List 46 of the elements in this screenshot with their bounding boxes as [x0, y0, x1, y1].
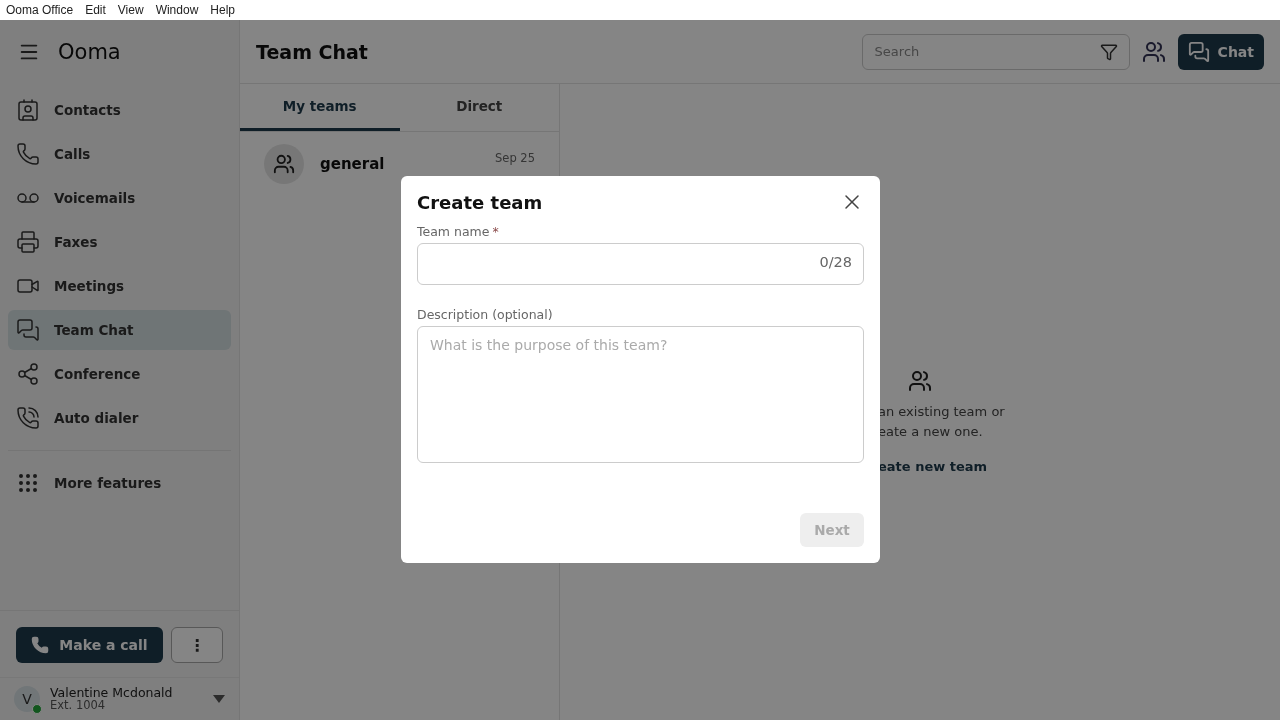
contacts-icon: [16, 98, 40, 122]
chat-icon: [16, 318, 40, 342]
user-name: Valentine Mcdonald: [50, 686, 174, 699]
team-icon[interactable]: [1141, 39, 1166, 64]
field-label: Team name *: [417, 224, 500, 239]
nav-item[interactable]: Team Chat: [8, 310, 231, 350]
team-avatar: [264, 144, 304, 184]
menu-item[interactable]: Help: [210, 3, 235, 17]
network-icon: [16, 362, 40, 386]
nav-item[interactable]: Meetings: [8, 266, 231, 306]
create-team-link[interactable]: eate new team: [878, 459, 988, 474]
more-button[interactable]: ⋮: [171, 627, 223, 663]
field-label: Description (optional): [417, 307, 554, 322]
user-menu[interactable]: V Valentine Mcdonald Ext. 1004: [0, 678, 239, 720]
chat-button[interactable]: Chat: [1177, 33, 1264, 70]
menu-item[interactable]: View: [117, 3, 144, 17]
nav-item[interactable]: Calls: [8, 134, 231, 174]
filter-icon[interactable]: [1099, 42, 1118, 61]
description-field[interactable]: What is the purpose of this team?: [417, 326, 864, 463]
caret-icon: [213, 695, 225, 703]
logo: Ooma: [58, 40, 121, 64]
team-name-field[interactable]: [417, 243, 864, 285]
chat-icon: [1187, 40, 1210, 63]
tab[interactable]: My teams: [240, 84, 400, 131]
phone-icon: [16, 142, 40, 166]
search-field[interactable]: Search: [861, 33, 1130, 70]
more-features-item[interactable]: More features: [8, 463, 231, 503]
fax-icon: [16, 230, 40, 254]
user-extension: Ext. 1004: [50, 699, 107, 712]
menu-item[interactable]: Window: [155, 3, 199, 17]
menu-item[interactable]: Edit: [85, 3, 106, 17]
nav-item[interactable]: Contacts: [8, 90, 231, 130]
nav-item[interactable]: Faxes: [8, 222, 231, 262]
page-title: Team Chat: [256, 40, 369, 63]
nav-item[interactable]: Conference: [8, 354, 231, 394]
nav-item[interactable]: Voicemails: [8, 178, 231, 218]
menu-item[interactable]: Ooma Office: [6, 3, 74, 17]
tab[interactable]: Direct: [399, 84, 559, 131]
avatar: V: [14, 686, 40, 712]
phone-icon: [31, 636, 50, 654]
team-icon: [908, 369, 932, 393]
nav-item[interactable]: Auto dialer: [8, 398, 231, 438]
character-counter: 0/28: [819, 254, 852, 270]
phone-call-icon: [16, 406, 40, 430]
grid-icon: [16, 471, 40, 495]
make-call-button[interactable]: Make a call: [16, 627, 163, 663]
